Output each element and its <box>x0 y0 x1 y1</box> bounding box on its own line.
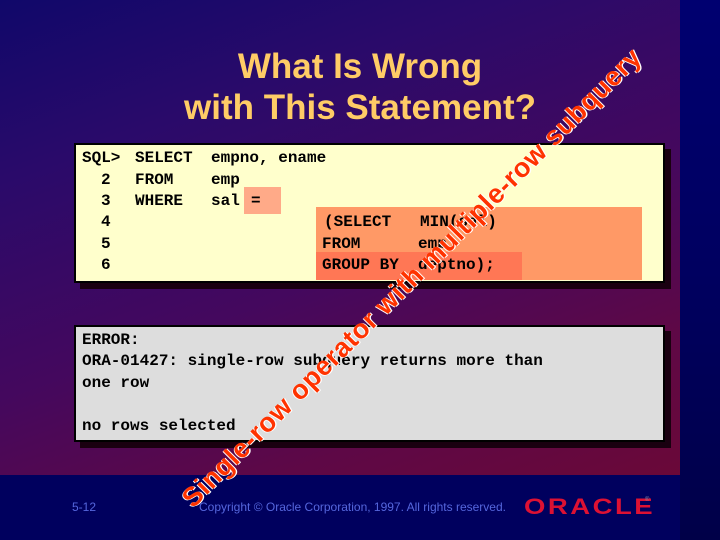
operator-highlight <box>244 187 281 214</box>
line-number: 4 <box>101 213 111 231</box>
title-line-2: with This Statement? <box>184 88 536 127</box>
line-number: 6 <box>101 256 111 274</box>
title-line-1: What Is Wrong <box>237 47 483 86</box>
sql-columns: empno, ename <box>211 149 327 167</box>
error-line: one row <box>82 374 150 392</box>
error-line: ERROR: <box>82 331 140 349</box>
sql-condition-column: sal <box>211 192 240 210</box>
registered-mark-icon: ® <box>645 497 650 503</box>
line-number: 5 <box>101 235 111 253</box>
sql-keyword: SELECT <box>135 149 193 167</box>
line-number: 3 <box>101 192 111 210</box>
sql-operator: = <box>251 192 261 210</box>
slide-title: What Is Wrong with This Statement? <box>100 46 620 128</box>
sql-table: emp <box>211 171 240 189</box>
line-number: 2 <box>101 171 111 189</box>
copyright-text: Copyright © Oracle Corporation, 1997. Al… <box>199 500 506 514</box>
sql-keyword: FROM <box>135 171 174 189</box>
sql-prompt: SQL> <box>82 149 121 167</box>
error-line: no rows selected <box>82 417 236 435</box>
right-strip <box>680 0 720 540</box>
sql-keyword: WHERE <box>135 192 184 210</box>
page-number: 5-12 <box>72 500 97 514</box>
oracle-logo: ORACLE <box>524 494 656 519</box>
